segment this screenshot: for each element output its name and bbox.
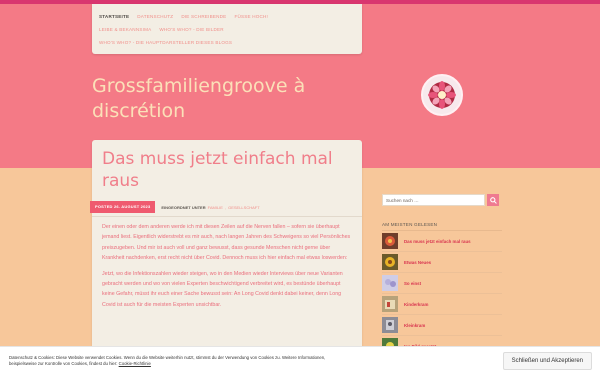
category-link-familie[interactable]: Familie [208,205,223,210]
nav-row-2: Leibe & Bekannsima Who's who? - Die Bild… [99,23,356,36]
nav-row-3: Who's who? - Die Hauptdarsteller dieses … [99,36,356,49]
post-meta: Posted 26. August 2023 Eingeordnet unter… [90,201,362,213]
list-item[interactable]: Das muss jetzt einfach mal raus [382,231,502,252]
search-input[interactable] [382,194,485,206]
post-divider [92,216,362,217]
popular-post-link[interactable]: So einst [404,281,421,286]
post-paragraph: Jetzt, wo die Infektionszahlen wieder st… [102,270,343,308]
site-logo[interactable] [421,74,463,116]
post-thumbnail [382,296,398,312]
list-item[interactable]: So einst [382,273,502,294]
nav-item-leibe-bekannsima[interactable]: Leibe & Bekannsima [99,27,151,32]
post-body: Der einen oder dem anderen werde ich mit… [102,222,354,315]
cookie-text: Datenschutz & Cookies: Diese Website ver… [9,355,339,368]
nav-item-whos-who-hauptdarsteller[interactable]: Who's who? - Die Hauptdarsteller dieses … [99,40,232,45]
post-title[interactable]: Das muss jetzt einfach mal raus [102,148,342,192]
cookie-message: Datenschutz & Cookies: Diese Website ver… [9,354,326,367]
popular-post-link[interactable]: Etwas Neues [404,260,431,265]
category-separator: , [224,204,227,210]
post-thumbnail [382,254,398,270]
category-link-gesellschaft[interactable]: Gesellschaft [228,205,260,210]
dahlia-flower-icon [428,81,456,109]
nav-item-startseite[interactable]: Startseite [99,14,129,19]
filed-under-label: Eingeordnet unter [161,204,206,210]
search-button[interactable] [487,194,499,206]
list-item[interactable]: Kleinkram [382,315,502,336]
post-card: Das muss jetzt einfach mal raus Posted 2… [90,140,362,375]
search-form [382,194,502,206]
list-item[interactable]: Etwas Neues [382,252,502,273]
nav-item-die-schreibende[interactable]: Die Schreibende [181,14,226,19]
popular-post-link[interactable]: Das muss jetzt einfach mal raus [404,239,471,244]
site-title[interactable]: Grossfamiliengroove à discrétion [92,74,342,124]
search-icon [489,196,497,204]
post-thumbnail [382,233,398,249]
list-item[interactable]: Kinderkram [382,294,502,315]
popular-post-link[interactable]: Kleinkram [404,323,425,328]
post-paragraph: Der einen oder dem anderen werde ich mit… [102,224,351,262]
post-thumbnail [382,317,398,333]
nav-row-1: Startseite Datenschutz Die Schreibende F… [99,10,356,23]
post-thumbnail [382,275,398,291]
cookie-banner: Datenschutz & Cookies: Diese Website ver… [0,346,600,375]
accept-cookies-button[interactable]: Schließen und Akzeptieren [502,352,592,370]
sidebar: Am meisten gelesen Das muss jetzt einfac… [382,194,502,357]
nav-item-fuesse-hoch[interactable]: Füße hoch! [234,14,268,19]
popular-posts-title: Am meisten gelesen [382,222,438,227]
nav-item-whos-who-bilder[interactable]: Who's who? - Die Bilder [159,27,223,32]
main-navigation: Startseite Datenschutz Die Schreibende F… [92,4,362,54]
nav-item-datenschutz[interactable]: Datenschutz [137,14,173,19]
cookie-policy-link[interactable]: Cookie-Richtlinie [119,361,151,366]
post-date-badge[interactable]: Posted 26. August 2023 [90,201,156,213]
popular-post-link[interactable]: Kinderkram [404,302,428,307]
